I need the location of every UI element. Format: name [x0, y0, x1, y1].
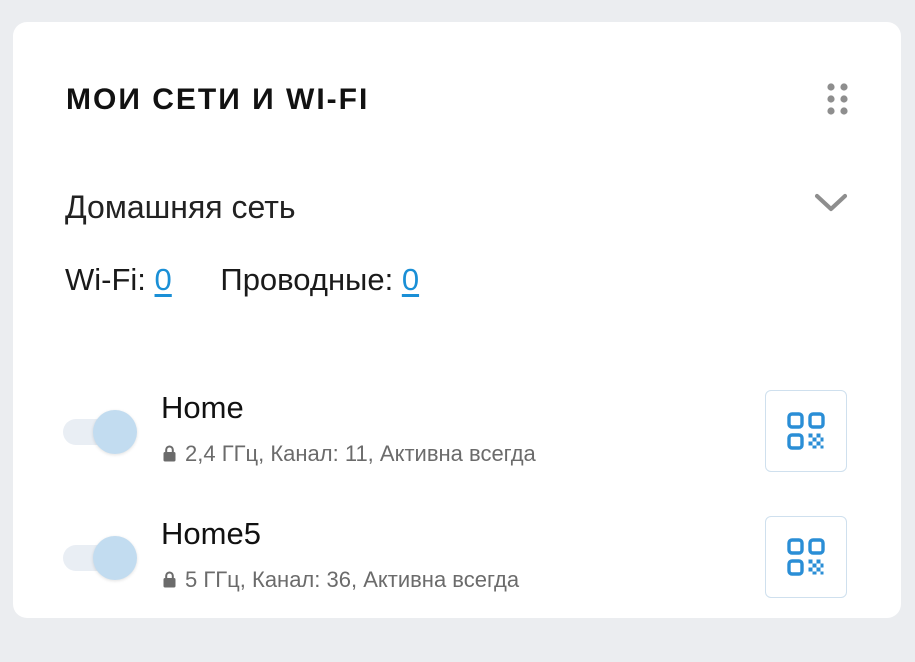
- lock-icon: [163, 445, 176, 462]
- network-row: Home 2,4 ГГц, Канал: 11, Активна всегда: [13, 362, 901, 472]
- section-title: Домашняя сеть: [65, 189, 296, 225]
- wifi-count-label: Wi-Fi:: [65, 262, 146, 297]
- network-name: Home5: [161, 516, 261, 551]
- wired-count-group: Проводные: 0: [220, 260, 419, 300]
- wired-count-label: Проводные:: [220, 262, 394, 297]
- network-info: 2,4 ГГц, Канал: 11, Активна всегда: [163, 440, 536, 468]
- network-name: Home: [161, 390, 244, 425]
- qr-code-icon: [787, 538, 825, 576]
- toggle-knob: [93, 410, 137, 454]
- widget-title: МОИ СЕТИ И WI-FI: [66, 83, 370, 116]
- device-counts: Wi-Fi: 0 Проводные: 0: [65, 260, 419, 300]
- qr-code-icon: [787, 412, 825, 450]
- drag-handle-icon[interactable]: [825, 82, 851, 116]
- network-info-text: 5 ГГц, Канал: 36, Активна всегда: [185, 567, 520, 592]
- wifi-count-link[interactable]: 0: [155, 262, 172, 297]
- home-network-section-header[interactable]: Домашняя сеть: [13, 177, 901, 233]
- qr-code-button[interactable]: [765, 516, 847, 598]
- network-toggle[interactable]: [63, 408, 139, 456]
- network-toggle[interactable]: [63, 534, 139, 582]
- network-row: Home5 5 ГГц, Канал: 36, Активна всегда: [13, 488, 901, 598]
- toggle-knob: [93, 536, 137, 580]
- qr-code-button[interactable]: [765, 390, 847, 472]
- chevron-down-icon[interactable]: [813, 191, 849, 215]
- wired-count-link[interactable]: 0: [402, 262, 419, 297]
- lock-icon: [163, 571, 176, 588]
- wifi-count-group: Wi-Fi: 0: [65, 260, 172, 300]
- network-info: 5 ГГц, Канал: 36, Активна всегда: [163, 566, 519, 594]
- network-info-text: 2,4 ГГц, Канал: 11, Активна всегда: [185, 441, 536, 466]
- networks-widget-card: МОИ СЕТИ И WI-FI Домашняя сеть Wi-Fi: 0 …: [13, 22, 901, 618]
